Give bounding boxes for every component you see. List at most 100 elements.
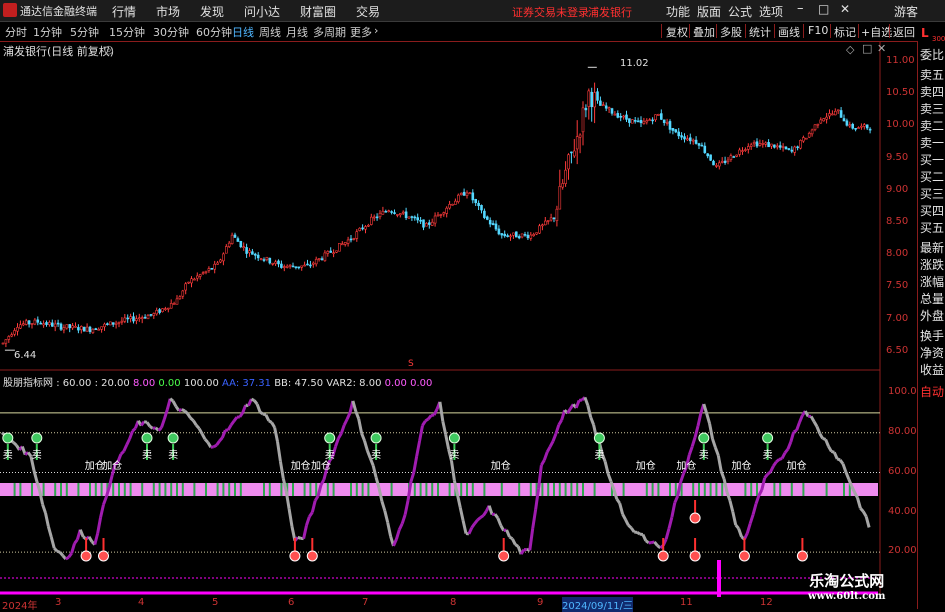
side-item[interactable]: 卖二 (920, 117, 944, 134)
oscillator-segment (805, 411, 808, 416)
period-more[interactable]: 更多 (350, 24, 372, 40)
mark-button[interactable]: 标记 (834, 24, 856, 40)
side-item[interactable]: 涨幅 (920, 273, 944, 290)
candle-body (811, 130, 813, 134)
stats-button[interactable]: 统计 (749, 24, 771, 40)
candle-body (22, 324, 24, 325)
candle-body (846, 121, 848, 125)
menu-trade[interactable]: 交易 (356, 3, 380, 20)
signal-band-bar (292, 483, 294, 496)
guest-login[interactable]: 游客 (894, 3, 918, 20)
oscillator-segment (144, 422, 147, 423)
side-item[interactable]: 收益 (920, 361, 944, 378)
minimize-icon[interactable]: – (797, 1, 804, 16)
period-30min[interactable]: 30分钟 (153, 24, 189, 40)
side-item[interactable]: 卖五 (920, 66, 944, 83)
side-item[interactable]: 卖一 (920, 134, 944, 151)
overlay-button[interactable]: 叠加 (693, 24, 715, 40)
maximize-icon[interactable]: □ (818, 2, 829, 16)
menu-wealth[interactable]: 财富圈 (300, 3, 336, 20)
indicator-name[interactable]: 股朋指标网 (3, 378, 53, 389)
oscillator-segment (202, 434, 205, 439)
period-intraday[interactable]: 分时 (5, 24, 27, 40)
oscillator-segment (588, 405, 591, 417)
candle-body (768, 142, 770, 146)
signal-band-bar (304, 483, 306, 496)
oscillator-segment (196, 425, 199, 428)
candle-body (733, 157, 735, 158)
side-panel-l[interactable]: L (921, 26, 929, 40)
candle-body (602, 105, 604, 106)
side-item[interactable]: 委比 (920, 46, 944, 63)
period-1min[interactable]: 1分钟 (33, 24, 62, 40)
side-item[interactable]: 最新 (920, 239, 944, 256)
candle-body (544, 221, 546, 225)
menu-formula[interactable]: 公式 (728, 3, 752, 20)
date-tick: 8 (450, 597, 456, 608)
signal-band-bar (570, 483, 572, 496)
menu-market[interactable]: 行情 (112, 3, 136, 20)
side-item[interactable]: 涨跌 (920, 256, 944, 273)
oscillator-segment (176, 406, 179, 410)
oscillator-segment (34, 470, 37, 481)
candle-body (341, 244, 343, 245)
candle-body (75, 326, 77, 327)
add-position-label: 加仓 (787, 459, 807, 472)
multi-stock-button[interactable]: 多股 (720, 24, 742, 40)
adjust-button[interactable]: 复权 (666, 24, 688, 40)
menu-marketplace[interactable]: 市场 (156, 3, 180, 20)
period-5min[interactable]: 5分钟 (70, 24, 99, 40)
back-button[interactable]: 返回 (893, 24, 915, 40)
dropdown-icon[interactable]: ◎ (104, 43, 114, 56)
f10-button[interactable]: F10 (808, 24, 828, 37)
period-weekly[interactable]: 周线 (259, 24, 281, 40)
signal-band-bar (193, 483, 195, 496)
candle-body (605, 106, 607, 108)
menu-discover[interactable]: 发现 (200, 3, 224, 20)
side-item[interactable]: 卖四 (920, 83, 944, 100)
indicator-var2: VAR2: 8.00 (326, 378, 381, 389)
diamond-icon[interactable]: ◇ (846, 43, 854, 56)
menu-layout[interactable]: 版面 (697, 3, 721, 20)
period-15min[interactable]: 15分钟 (109, 24, 145, 40)
close-chart-icon[interactable]: ✕ (877, 42, 886, 55)
oscillator-segment (501, 526, 504, 531)
menu-function[interactable]: 功能 (666, 3, 690, 20)
oscillator-segment (362, 433, 365, 440)
period-multi[interactable]: 多周期 (313, 24, 346, 40)
menu-ask[interactable]: 问小达 (244, 3, 280, 20)
side-item[interactable]: 净资 (920, 344, 944, 361)
side-item[interactable]: 卖三 (920, 100, 944, 117)
period-daily[interactable]: 日线 (232, 24, 254, 40)
side-item[interactable]: 外盘 (920, 307, 944, 324)
restore-icon[interactable]: □ (862, 42, 872, 55)
side-item[interactable]: 买二 (920, 168, 944, 185)
menu-options[interactable]: 选项 (759, 3, 783, 20)
price-tick: 8.00 (886, 248, 908, 259)
side-item[interactable]: 买四 (920, 202, 944, 219)
side-item[interactable]: 总量 (920, 290, 944, 307)
period-60min[interactable]: 60分钟 (196, 24, 232, 40)
candle-body (478, 203, 480, 206)
oscillator-segment (750, 515, 753, 524)
candle-body (559, 186, 561, 209)
trade-login-status[interactable]: 证券交易未登录 (512, 4, 589, 20)
side-item[interactable]: 买三 (920, 185, 944, 202)
auto-button[interactable]: 自动 (920, 383, 944, 400)
candle-body (739, 150, 741, 154)
draw-line-button[interactable]: 画线 (778, 24, 800, 40)
chevron-right-icon[interactable]: › (374, 24, 378, 37)
add-watchlist-button[interactable]: +自选 (861, 24, 892, 40)
side-item[interactable]: 换手 (920, 327, 944, 344)
price-tick: 11.00 (886, 55, 915, 66)
candle-body (92, 329, 94, 332)
signal-band-bar (43, 483, 45, 496)
candle-body (773, 145, 775, 147)
side-item[interactable]: 买一 (920, 151, 944, 168)
period-monthly[interactable]: 月线 (286, 24, 308, 40)
close-icon[interactable]: ✕ (840, 2, 850, 16)
side-item[interactable]: 买五 (920, 219, 944, 236)
candle-body (802, 138, 804, 142)
candle-body (837, 110, 839, 111)
candle-body (19, 325, 21, 328)
